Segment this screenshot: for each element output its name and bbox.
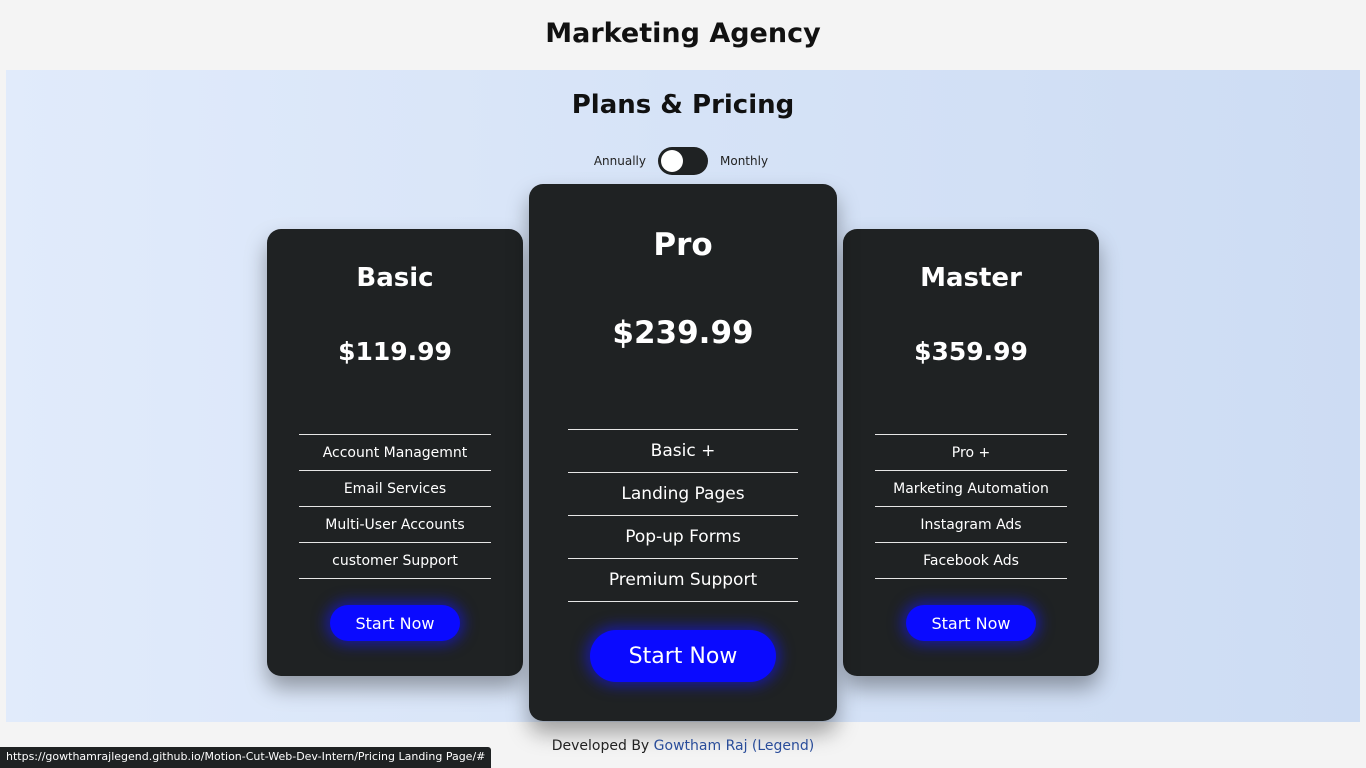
feature-item: Marketing Automation	[875, 471, 1067, 507]
plan-price: $119.99	[338, 337, 452, 366]
plan-card-master: Master $359.99 Pro + Marketing Automatio…	[843, 229, 1099, 676]
billing-toggle-row: Annually Monthly	[6, 147, 1360, 175]
toggle-knob	[661, 150, 683, 172]
feature-item: Account Managemnt	[299, 435, 491, 471]
author-link[interactable]: Gowtham Raj (Legend)	[654, 738, 815, 754]
feature-list: Account Managemnt Email Services Multi-U…	[299, 434, 491, 579]
plan-name: Basic	[356, 263, 434, 293]
feature-item: customer Support	[299, 543, 491, 579]
annually-label: Annually	[593, 154, 646, 168]
start-now-button-pro[interactable]: Start Now	[590, 630, 776, 682]
monthly-label: Monthly	[720, 154, 769, 168]
feature-item: Facebook Ads	[875, 543, 1067, 579]
plan-name: Pro	[653, 227, 713, 263]
feature-item: Instagram Ads	[875, 507, 1067, 543]
pricing-section: Plans & Pricing Annually Monthly Basic $…	[6, 70, 1360, 722]
feature-list: Pro + Marketing Automation Instagram Ads…	[875, 434, 1067, 579]
footer-prefix: Developed By	[551, 738, 650, 754]
feature-item: Email Services	[299, 471, 491, 507]
feature-list: Basic + Landing Pages Pop-up Forms Premi…	[568, 429, 798, 602]
start-now-button-master[interactable]: Start Now	[906, 605, 1036, 641]
plan-price: $359.99	[914, 337, 1028, 366]
start-now-button-basic[interactable]: Start Now	[330, 605, 460, 641]
plan-name: Master	[920, 263, 1022, 293]
plan-card-pro: Pro $239.99 Basic + Landing Pages Pop-up…	[529, 184, 837, 721]
section-title: Plans & Pricing	[571, 90, 795, 120]
site-title: Marketing Agency	[545, 18, 821, 49]
feature-item: Landing Pages	[568, 473, 798, 516]
billing-period-toggle[interactable]	[658, 147, 708, 175]
feature-item: Pop-up Forms	[568, 516, 798, 559]
feature-item: Pro +	[875, 435, 1067, 471]
plan-card-basic: Basic $119.99 Account Managemnt Email Se…	[267, 229, 523, 676]
plan-price: $239.99	[612, 315, 754, 351]
feature-item: Basic +	[568, 430, 798, 473]
browser-status-bar: https://gowthamrajlegend.github.io/Motio…	[0, 747, 492, 768]
feature-item: Multi-User Accounts	[299, 507, 491, 543]
feature-item: Premium Support	[568, 559, 798, 602]
